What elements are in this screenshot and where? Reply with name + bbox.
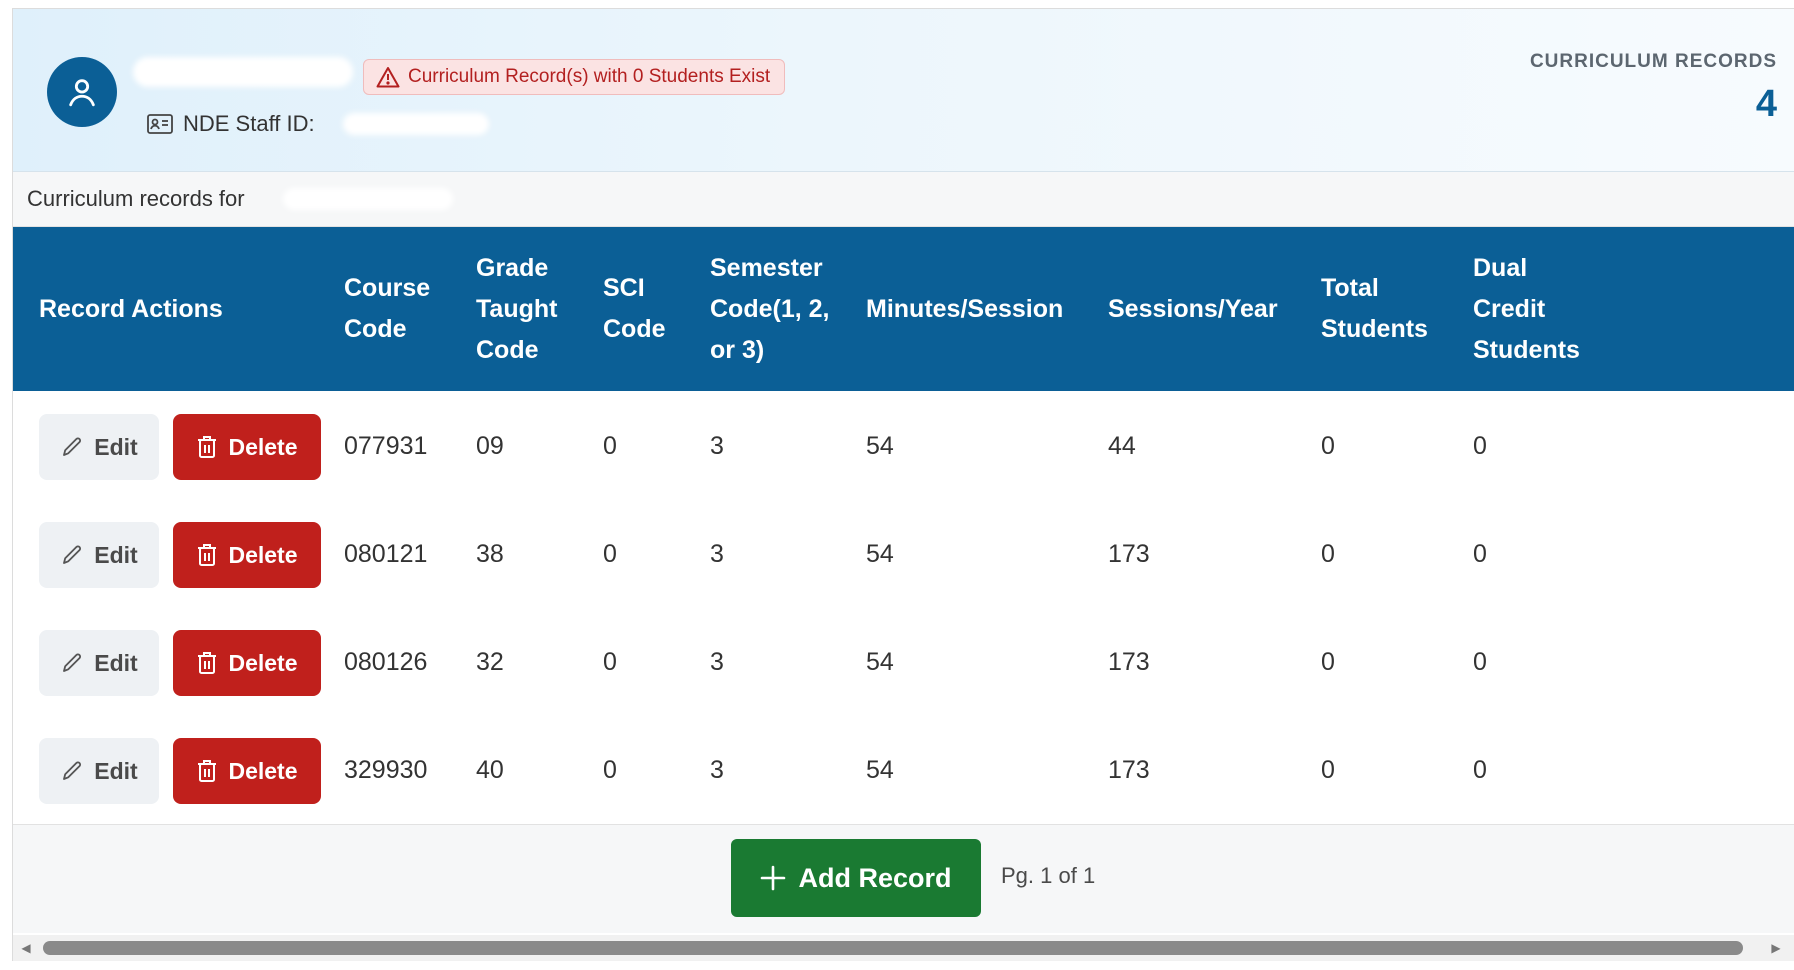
trash-icon bbox=[198, 652, 217, 674]
col-sessions-year: Sessions/Year bbox=[1108, 294, 1278, 323]
cell-sessions-year: 173 bbox=[1108, 755, 1150, 784]
cell-course-code: 080126 bbox=[344, 647, 428, 676]
edit-label: Edit bbox=[94, 433, 138, 460]
edit-button[interactable]: Edit bbox=[39, 630, 159, 696]
pencil-icon bbox=[63, 437, 82, 456]
cell-dual-credit: 0 bbox=[1473, 755, 1487, 784]
horizontal-scrollbar[interactable]: ◀ ▶ bbox=[13, 935, 1794, 961]
zero-students-alert: Curriculum Record(s) with 0 Students Exi… bbox=[363, 59, 786, 95]
trash-icon bbox=[198, 436, 217, 458]
warning-triangle-icon bbox=[376, 67, 400, 88]
staff-id-label: NDE Staff ID: bbox=[183, 111, 315, 136]
scrollbar-thumb[interactable] bbox=[43, 941, 1743, 955]
subtitle-name-redacted bbox=[283, 188, 453, 210]
delete-label: Delete bbox=[228, 541, 298, 568]
table-footer: Add Record Pg. 1 of 1 bbox=[13, 825, 1794, 933]
cell-dual-credit: 0 bbox=[1473, 431, 1487, 460]
pencil-icon bbox=[63, 761, 82, 780]
cell-course-code: 080121 bbox=[344, 539, 428, 568]
cell-grade-code: 38 bbox=[476, 539, 504, 568]
staff-name-redacted bbox=[133, 57, 353, 87]
table-row: Edit Delete 329930 40 0 3 54 173 0 0 bbox=[13, 716, 1794, 825]
table-row: Edit Delete 077931 09 0 3 54 44 0 0 bbox=[13, 392, 1794, 501]
cell-total-students: 0 bbox=[1321, 647, 1335, 676]
cell-minutes-session: 54 bbox=[866, 647, 894, 676]
cell-total-students: 0 bbox=[1321, 755, 1335, 784]
scroll-left-arrow-icon[interactable]: ◀ bbox=[17, 939, 35, 957]
records-count: 4 bbox=[1755, 83, 1777, 125]
cell-sci-code: 0 bbox=[603, 431, 617, 460]
cell-sessions-year: 173 bbox=[1108, 647, 1150, 676]
staff-id-redacted bbox=[343, 113, 489, 135]
cell-sci-code: 0 bbox=[603, 755, 617, 784]
records-subtitle: Curriculum records for bbox=[13, 172, 1794, 227]
table-row: Edit Delete 080121 38 0 3 54 173 0 0 bbox=[13, 500, 1794, 609]
cell-sessions-year: 173 bbox=[1108, 539, 1150, 568]
edit-button[interactable]: Edit bbox=[39, 522, 159, 588]
avatar bbox=[47, 57, 117, 127]
delete-button[interactable]: Delete bbox=[173, 738, 321, 804]
pencil-icon bbox=[63, 653, 82, 672]
cell-sessions-year: 44 bbox=[1108, 431, 1136, 460]
scroll-right-arrow-icon[interactable]: ▶ bbox=[1767, 939, 1785, 957]
col-sci-code: SCI Code bbox=[603, 274, 666, 343]
pagination-text: Pg. 1 of 1 bbox=[1001, 863, 1096, 888]
user-icon bbox=[69, 79, 95, 107]
cell-course-code: 329930 bbox=[344, 755, 428, 784]
cell-dual-credit: 0 bbox=[1473, 539, 1487, 568]
alert-text: Curriculum Record(s) with 0 Students Exi… bbox=[408, 66, 771, 87]
edit-button[interactable]: Edit bbox=[39, 738, 159, 804]
col-minutes-session: Minutes/Session bbox=[866, 294, 1064, 323]
col-total-students: Total Students bbox=[1321, 274, 1428, 343]
cell-minutes-session: 54 bbox=[866, 431, 894, 460]
table-header: Record Actions Course Code Grade Taught … bbox=[13, 227, 1794, 391]
staff-id-row: NDE Staff ID: bbox=[147, 109, 315, 139]
table-row: Edit Delete 080126 32 0 3 54 173 0 0 bbox=[13, 608, 1794, 717]
edit-label: Edit bbox=[94, 757, 138, 784]
add-record-label: Add Record bbox=[798, 862, 952, 893]
cell-minutes-session: 54 bbox=[866, 755, 894, 784]
delete-label: Delete bbox=[228, 649, 298, 676]
records-summary: CURRICULUM RECORDS 4 bbox=[1530, 51, 1777, 126]
cell-semester-code: 3 bbox=[710, 431, 724, 460]
cell-dual-credit: 0 bbox=[1473, 647, 1487, 676]
pencil-icon bbox=[63, 545, 82, 564]
cell-minutes-session: 54 bbox=[866, 539, 894, 568]
col-course-code: Course Code bbox=[344, 274, 431, 343]
cell-semester-code: 3 bbox=[710, 647, 724, 676]
cell-semester-code: 3 bbox=[710, 755, 724, 784]
subtitle-text: Curriculum records for bbox=[27, 186, 245, 211]
cell-grade-code: 09 bbox=[476, 431, 504, 460]
edit-button[interactable]: Edit bbox=[39, 414, 159, 480]
col-record-actions: Record Actions bbox=[39, 294, 223, 323]
cell-sci-code: 0 bbox=[603, 539, 617, 568]
edit-label: Edit bbox=[94, 649, 138, 676]
edit-label: Edit bbox=[94, 541, 138, 568]
plus-icon bbox=[761, 865, 786, 891]
delete-button[interactable]: Delete bbox=[173, 522, 321, 588]
id-card-icon bbox=[147, 114, 173, 134]
cell-total-students: 0 bbox=[1321, 431, 1335, 460]
trash-icon bbox=[198, 760, 217, 782]
add-record-button[interactable]: Add Record bbox=[731, 839, 981, 917]
delete-button[interactable]: Delete bbox=[173, 414, 321, 480]
delete-label: Delete bbox=[228, 757, 298, 784]
curriculum-records-panel: Curriculum Record(s) with 0 Students Exi… bbox=[12, 8, 1794, 961]
records-label: CURRICULUM RECORDS bbox=[1529, 51, 1777, 72]
delete-label: Delete bbox=[228, 433, 298, 460]
col-dual-credit-students: Dual Credit Students bbox=[1473, 253, 1580, 364]
col-grade-taught-code: Grade Taught Code bbox=[476, 253, 558, 364]
cell-total-students: 0 bbox=[1321, 539, 1335, 568]
cell-semester-code: 3 bbox=[710, 539, 724, 568]
cell-grade-code: 40 bbox=[476, 755, 504, 784]
delete-button[interactable]: Delete bbox=[173, 630, 321, 696]
cell-sci-code: 0 bbox=[603, 647, 617, 676]
cell-grade-code: 32 bbox=[476, 647, 504, 676]
trash-icon bbox=[198, 544, 217, 566]
staff-header: Curriculum Record(s) with 0 Students Exi… bbox=[13, 9, 1794, 172]
cell-course-code: 077931 bbox=[344, 431, 428, 460]
col-semester-code: Semester Code(1, 2, or 3) bbox=[710, 253, 830, 364]
